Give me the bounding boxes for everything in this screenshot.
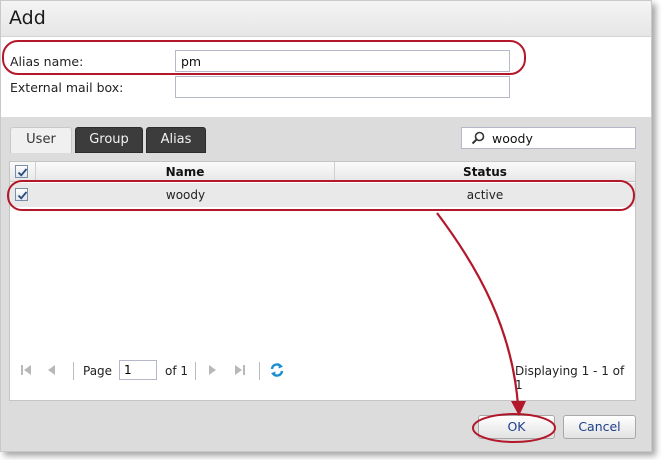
page-label: Page bbox=[83, 364, 113, 378]
column-header-status[interactable]: Status bbox=[335, 162, 635, 182]
search-icon bbox=[471, 131, 485, 145]
first-page-icon[interactable] bbox=[18, 362, 34, 378]
table-row[interactable]: woody active bbox=[10, 183, 635, 207]
grid-header: Name Status bbox=[10, 162, 635, 182]
external-mailbox-label: External mail box: bbox=[10, 80, 124, 95]
dialog-button-bar: OK Cancel bbox=[1, 407, 651, 451]
ok-button[interactable]: OK bbox=[478, 415, 555, 439]
tab-group[interactable]: Group bbox=[75, 127, 143, 153]
paging-separator bbox=[195, 362, 196, 380]
display-info: Displaying 1 - 1 of 1 bbox=[515, 364, 625, 392]
tab-user[interactable]: User bbox=[10, 127, 72, 153]
alias-name-input[interactable] bbox=[175, 50, 510, 72]
cell-name: woody bbox=[165, 188, 206, 202]
select-all-column bbox=[10, 162, 36, 182]
paging-separator bbox=[259, 362, 260, 380]
row-checkbox[interactable] bbox=[15, 188, 28, 201]
dialog-title-bar: Add bbox=[1, 1, 651, 37]
alias-name-label: Alias name: bbox=[10, 54, 84, 69]
alias-form: Alias name: External mail box: bbox=[1, 38, 651, 116]
next-page-icon[interactable] bbox=[204, 362, 220, 378]
paging-toolbar: Page of 1 Displaying 1 - 1 bbox=[10, 358, 635, 392]
select-all-checkbox[interactable] bbox=[15, 165, 28, 178]
dialog-title: Add bbox=[9, 7, 46, 29]
last-page-icon[interactable] bbox=[232, 362, 248, 378]
search-input[interactable] bbox=[492, 130, 632, 146]
page-number-input[interactable] bbox=[119, 360, 157, 380]
page-count-label: of 1 bbox=[165, 364, 189, 378]
user-grid: Name Status woody active Page 1 of 1 Dis… bbox=[9, 161, 636, 401]
checkmark-icon bbox=[17, 168, 28, 177]
add-alias-dialog: Add Alias name: External mail box: User … bbox=[0, 0, 652, 452]
paging-separator bbox=[73, 362, 74, 380]
previous-page-icon[interactable] bbox=[44, 362, 60, 378]
refresh-icon[interactable] bbox=[269, 362, 285, 378]
members-panel: User Group Alias Name Status bbox=[1, 117, 651, 407]
tab-alias[interactable]: Alias bbox=[146, 127, 206, 153]
cancel-button[interactable]: Cancel bbox=[563, 415, 636, 439]
checkmark-icon bbox=[17, 191, 28, 200]
external-mailbox-input[interactable] bbox=[175, 76, 510, 98]
search-field[interactable] bbox=[461, 127, 636, 149]
column-header-name[interactable]: Name bbox=[36, 162, 335, 182]
cell-status: active bbox=[466, 188, 504, 202]
